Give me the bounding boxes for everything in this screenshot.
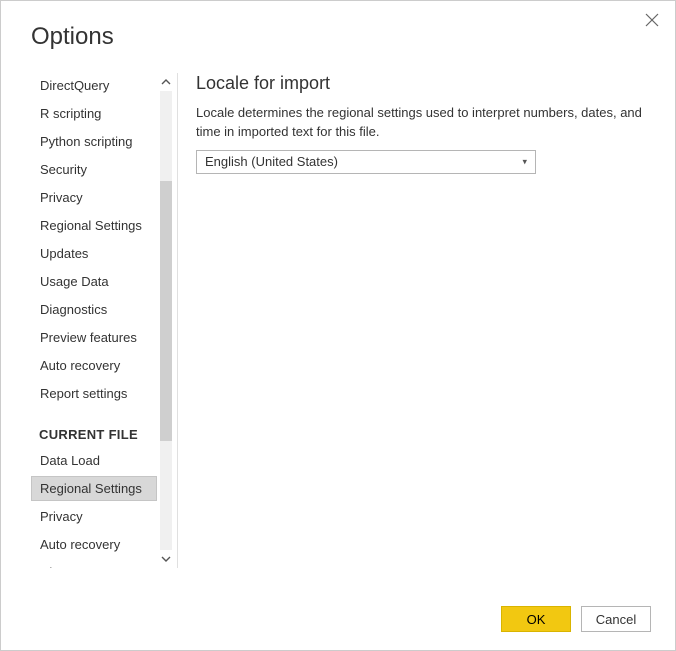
sidebar: DirectQuery R scripting Python scripting… (31, 73, 157, 568)
scroll-up-button[interactable] (157, 73, 175, 91)
sidebar-cf-regional-settings[interactable]: Regional Settings (31, 476, 157, 501)
scroll-thumb[interactable] (160, 181, 172, 441)
cancel-button[interactable]: Cancel (581, 606, 651, 632)
close-button[interactable] (645, 13, 659, 27)
caret-down-icon: ▾ (522, 156, 527, 167)
sidebar-item-usage-data[interactable]: Usage Data (31, 269, 157, 294)
sidebar-item-updates[interactable]: Updates (31, 241, 157, 266)
sidebar-cf-auto-recovery[interactable]: Auto recovery (31, 532, 157, 557)
sidebar-item-privacy[interactable]: Privacy (31, 185, 157, 210)
chevron-up-icon (161, 79, 171, 85)
sidebar-item-directquery[interactable]: DirectQuery (31, 73, 157, 98)
sidebar-item-regional-settings[interactable]: Regional Settings (31, 213, 157, 238)
scroll-down-button[interactable] (157, 550, 175, 568)
scroll-track[interactable] (160, 91, 172, 550)
dialog-title: Options (1, 1, 675, 63)
sidebar-section-current-file: CURRENT FILE (31, 409, 157, 448)
locale-dropdown-value: English (United States) (205, 154, 338, 169)
sidebar-cf-privacy[interactable]: Privacy (31, 504, 157, 529)
main-panel: Locale for import Locale determines the … (178, 73, 675, 568)
section-description: Locale determines the regional settings … (196, 104, 651, 142)
sidebar-item-diagnostics[interactable]: Diagnostics (31, 297, 157, 322)
ok-button[interactable]: OK (501, 606, 571, 632)
sidebar-item-report-settings[interactable]: Report settings (31, 381, 157, 406)
sidebar-item-python-scripting[interactable]: Python scripting (31, 129, 157, 154)
sidebar-cf-data-load[interactable]: Data Load (31, 448, 157, 473)
sidebar-item-r-scripting[interactable]: R scripting (31, 101, 157, 126)
sidebar-scrollbar[interactable] (157, 73, 175, 568)
section-heading: Locale for import (196, 73, 651, 94)
sidebar-item-auto-recovery[interactable]: Auto recovery (31, 353, 157, 378)
sidebar-item-security[interactable]: Security (31, 157, 157, 182)
close-icon (645, 13, 659, 27)
sidebar-cf-directquery[interactable]: DirectQuery (31, 560, 157, 568)
chevron-down-icon (161, 556, 171, 562)
locale-dropdown[interactable]: English (United States) ▾ (196, 150, 536, 174)
sidebar-item-preview-features[interactable]: Preview features (31, 325, 157, 350)
dialog-footer: OK Cancel (501, 606, 651, 632)
